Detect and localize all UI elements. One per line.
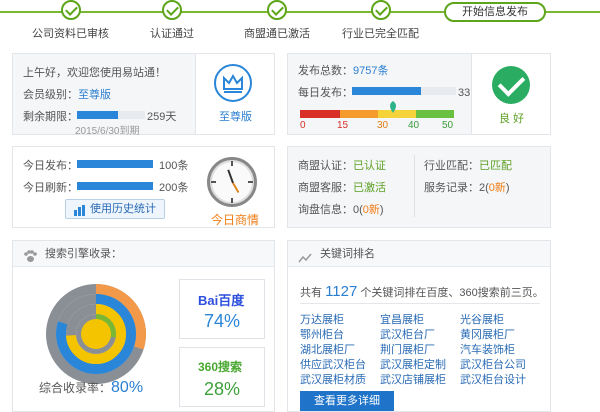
today-market-panel[interactable]: 今日商情 — [195, 147, 275, 227]
keyword-link[interactable]: 湖北展柜厂 — [300, 341, 355, 357]
paw-icon — [23, 247, 37, 273]
rating-scale — [300, 101, 454, 118]
status-badge-label: 良 好 — [498, 113, 525, 125]
today-publish-label: 今日发布： — [23, 160, 78, 172]
so360-percent: 28% — [203, 379, 241, 399]
today-publish-value: 100条 — [159, 160, 189, 172]
membership-badge: 至尊版 — [195, 54, 274, 134]
keyword-link[interactable]: 黄冈展柜厂 — [460, 326, 515, 342]
today-refresh-label: 今日刷新： — [23, 182, 78, 194]
baidu-percent: 74% — [203, 311, 241, 331]
publish-total: 发布总数：9757条 — [298, 65, 389, 77]
keyword-link[interactable]: 光谷展柜 — [460, 311, 504, 327]
divider — [414, 155, 415, 217]
greeting: 上午好，欢迎您使用易站通！ — [23, 67, 166, 79]
coverage-donut-chart — [46, 284, 146, 384]
check-icon — [60, 0, 81, 20]
crown-icon — [214, 64, 252, 102]
publish-card: 发布总数：9757条 每日发布： 33.9条 0 15 30 40 50 良 好 — [287, 53, 551, 135]
scale-red — [300, 110, 340, 118]
today-card: 今日发布： 100条 今日刷新： 200条 使用历史统计 今日商情 — [12, 146, 275, 228]
overall-coverage: 综合收录率：80% — [39, 379, 144, 396]
keyword-link[interactable]: 武汉店铺展柜 — [380, 371, 446, 387]
daily-bar-fill — [352, 87, 421, 95]
ring-center — [81, 319, 111, 349]
keyword-link[interactable]: 武汉柜台厂 — [380, 326, 435, 342]
so360-logo: 360搜索 — [198, 360, 243, 374]
daily-label: 每日发布： — [298, 87, 353, 99]
keyword-link[interactable]: 鄂州柜台 — [300, 326, 344, 342]
step-industry-matched: 行业已完全匹配 — [342, 0, 419, 41]
step-company-audited: 公司资料已审核 — [32, 0, 109, 41]
keyword-link[interactable]: 武汉展柜材质 — [300, 371, 366, 387]
keyword-link[interactable]: 荆门展柜厂 — [380, 341, 435, 357]
member-level-value: 至尊版 — [78, 89, 111, 101]
remaining-bar — [77, 111, 145, 119]
status-service-records[interactable]: 服务记录：2(0新) — [424, 179, 510, 195]
expire-date: 2015/6/30到期 — [75, 126, 140, 137]
baidu-coverage: Bai百度 74% — [179, 279, 265, 339]
divider — [300, 303, 540, 304]
scale-orange — [340, 110, 378, 118]
step-start-publishing[interactable]: 开始信息发布 — [444, 2, 546, 22]
history-stats-button[interactable]: 使用历史统计 — [65, 199, 165, 219]
scale-tick-50: 50 — [442, 120, 454, 131]
search-engine-title: 搜索引擎收录： — [13, 241, 274, 267]
bar-chart-icon — [74, 204, 86, 222]
daily-bar — [352, 87, 456, 95]
today-publish-bar — [77, 160, 153, 168]
keyword-link[interactable]: 万达展柜 — [300, 311, 344, 327]
scale-tick-30: 30 — [377, 120, 389, 131]
check-icon — [370, 0, 391, 20]
scale-tick-40: 40 — [408, 120, 420, 131]
scale-marker — [389, 101, 397, 113]
scale-yellow — [378, 110, 416, 118]
membership-badge-label: 至尊版 — [219, 111, 252, 123]
trend-line-icon — [298, 248, 312, 274]
keyword-link[interactable]: 宜昌展柜 — [380, 311, 424, 327]
user-card: 上午好，欢迎您使用易站通！ 会员级别：至尊版 剩余期限： 259天 2015/6… — [12, 53, 275, 137]
remaining-value: 259天 — [147, 111, 177, 123]
member-level: 会员级别：至尊版 — [23, 89, 111, 101]
scale-tick-0: 0 — [300, 120, 306, 131]
check-circle-icon — [492, 66, 530, 104]
keyword-summary: 共有 1127 个关键词排在百度、360搜索前三页。 — [300, 283, 544, 300]
status-alliance-cert: 商盟认证：已认证 — [298, 160, 386, 172]
status-badge: 良 好 — [471, 54, 550, 134]
view-more-button[interactable]: 查看更多详细 — [300, 391, 394, 411]
today-refresh-bar — [77, 182, 153, 190]
baidu-logo: Bai百度 — [198, 293, 245, 308]
remaining-label: 剩余期限： — [23, 111, 78, 123]
scale-tick-15: 15 — [337, 120, 349, 131]
keyword-link[interactable]: 武汉柜台设计 — [460, 371, 526, 387]
so360-coverage: 360搜索 28% — [179, 347, 265, 407]
today-market-label: 今日商情 — [210, 213, 259, 227]
publish-total-value: 9757条 — [353, 65, 389, 77]
keyword-count: 1127 — [325, 283, 358, 300]
step-certified: 认证通过 — [150, 0, 194, 41]
keyword-link[interactable]: 武汉展柜定制 — [380, 356, 446, 372]
today-refresh-value: 200条 — [159, 182, 189, 194]
progress-steps: 公司资料已审核 认证通过 商盟通已激活 行业已完全匹配 开始信息发布 — [0, 0, 600, 44]
status-inquiries[interactable]: 询盘信息：0(0新) — [298, 201, 384, 217]
scale-green — [416, 110, 454, 118]
keyword-ranking-title: 关键词排名 — [288, 241, 550, 267]
keyword-link[interactable]: 武汉柜台公司 — [460, 356, 526, 372]
keyword-ranking-card: 关键词排名 共有 1127 个关键词排在百度、360搜索前三页。 万达展柜 宜昌… — [287, 240, 551, 412]
remaining-bar-fill — [77, 111, 118, 119]
status-card: 商盟认证：已认证 商盟客服：已激活 询盘信息：0(0新) 行业匹配：已匹配 服务… — [287, 146, 551, 228]
clock-icon — [207, 157, 257, 207]
step-activated: 商盟通已激活 — [244, 0, 310, 41]
status-alliance-service: 商盟客服：已激活 — [298, 182, 386, 194]
status-industry-match: 行业匹配：已匹配 — [424, 160, 512, 172]
search-engine-card: 搜索引擎收录： 综合收录率：80% Bai百度 74% 360搜索 28% — [12, 240, 275, 412]
keyword-link[interactable]: 汽车装饰柜 — [460, 341, 515, 357]
keyword-link[interactable]: 供应武汉柜台 — [300, 356, 366, 372]
check-icon — [162, 0, 182, 20]
check-icon — [267, 0, 287, 20]
